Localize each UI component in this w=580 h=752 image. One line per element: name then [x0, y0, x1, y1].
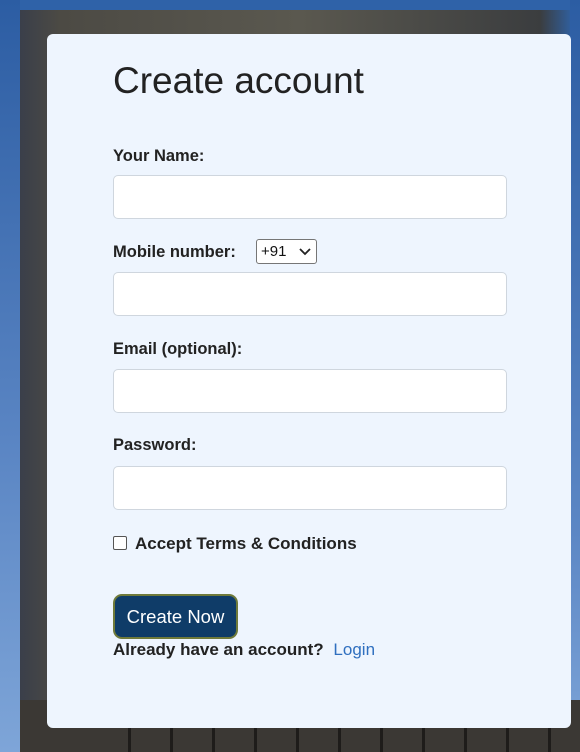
background-top-strip — [0, 0, 580, 10]
name-input[interactable] — [113, 175, 507, 219]
password-input[interactable] — [113, 466, 507, 510]
country-code-value: +91 — [261, 243, 287, 260]
signup-card: Create account Your Name: Mobile number:… — [47, 34, 571, 728]
create-now-button[interactable]: Create Now — [113, 594, 238, 639]
page-title: Create account — [113, 60, 364, 101]
password-label: Password: — [113, 436, 197, 454]
login-prompt-text: Already have an account? — [113, 640, 324, 659]
login-prompt-line: Already have an account? Login — [113, 640, 375, 660]
terms-row: Accept Terms & Conditions — [113, 534, 357, 554]
background-left-strip — [0, 0, 20, 752]
mobile-label: Mobile number: — [113, 243, 236, 261]
name-label: Your Name: — [113, 147, 205, 165]
mobile-input[interactable] — [113, 272, 507, 316]
login-link[interactable]: Login — [333, 640, 375, 659]
background-right-strip — [570, 0, 580, 752]
country-code-select[interactable]: +91 — [256, 239, 317, 264]
terms-label[interactable]: Accept Terms & Conditions — [135, 534, 357, 554]
chevron-down-icon — [299, 248, 311, 256]
email-label: Email (optional): — [113, 340, 243, 358]
email-input[interactable] — [113, 369, 507, 413]
terms-checkbox[interactable] — [113, 536, 127, 550]
